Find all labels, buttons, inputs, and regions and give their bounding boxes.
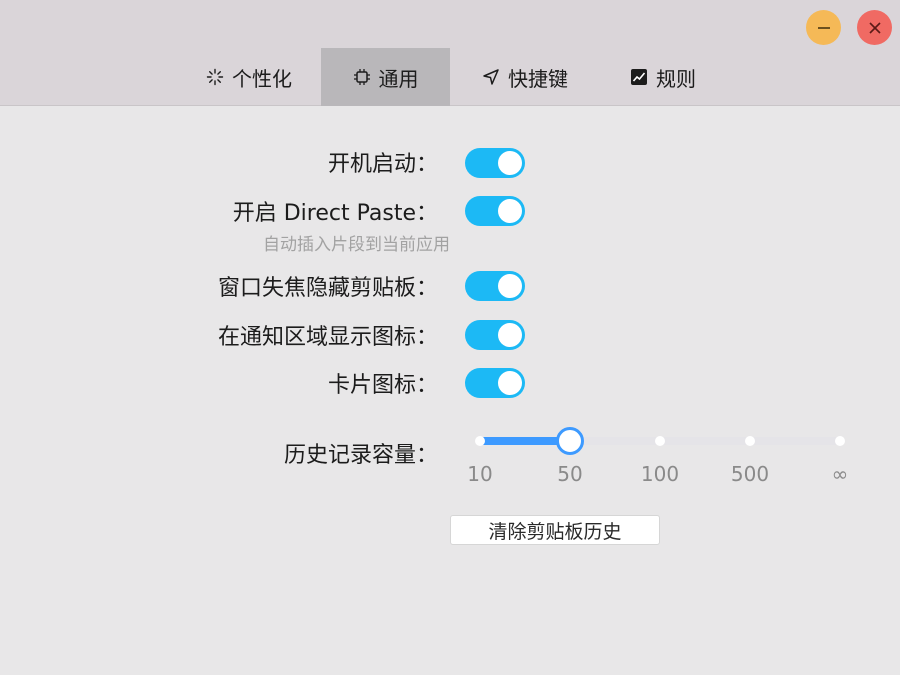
chip-icon: [353, 68, 371, 86]
tab-rules[interactable]: 规则: [613, 48, 713, 106]
minimize-icon: [817, 26, 830, 29]
close-button[interactable]: [857, 10, 892, 45]
slider-mark-label[interactable]: 500: [710, 462, 790, 486]
toggle-knob: [498, 151, 522, 175]
slider-stop-dot: [655, 436, 665, 446]
autostart-label: 开机启动：: [327, 152, 438, 177]
toggle-knob: [498, 323, 522, 347]
history-capacity-slider[interactable]: [475, 427, 845, 455]
minimize-button[interactable]: [806, 10, 841, 45]
tab-label: 快捷键: [508, 66, 568, 91]
tab-personalization[interactable]: 个性化: [190, 48, 308, 106]
history-capacity-label: 历史记录容量：: [283, 443, 438, 468]
card-icon-toggle[interactable]: [465, 368, 525, 398]
direct-paste-description: 自动插入片段到当前应用: [263, 235, 450, 255]
slider-mark-label[interactable]: 50: [530, 462, 610, 486]
tab-label: 规则: [656, 66, 696, 91]
tab-bar: 个性化 通用 快捷键 规则: [0, 48, 900, 106]
slider-mark-label[interactable]: 10: [440, 462, 520, 486]
tab-general[interactable]: 通用: [321, 48, 450, 106]
slider-stop-dot: [475, 436, 485, 446]
hide-on-blur-toggle[interactable]: [465, 271, 525, 301]
toggle-knob: [498, 199, 522, 223]
direct-paste-toggle[interactable]: [465, 196, 525, 226]
toggle-knob: [498, 371, 522, 395]
clear-history-button[interactable]: 清除剪贴板历史: [450, 515, 660, 545]
card-icon-label: 卡片图标：: [327, 373, 438, 398]
hide-on-blur-label: 窗口失焦隐藏剪贴板：: [217, 276, 438, 301]
slider-stop-dot: [835, 436, 845, 446]
close-icon: [868, 21, 881, 34]
slider-mark-label[interactable]: ∞: [800, 462, 880, 486]
autostart-toggle[interactable]: [465, 148, 525, 178]
navigation-arrow-icon: [482, 68, 500, 86]
title-bar: 个性化 通用 快捷键 规则: [0, 0, 900, 106]
tray-icon-label: 在通知区域显示图标：: [217, 325, 438, 350]
tab-shortcuts[interactable]: 快捷键: [465, 48, 585, 106]
slider-stop-dot: [745, 436, 755, 446]
direct-paste-label: 开启 Direct Paste：: [232, 201, 438, 226]
sparkle-icon: [206, 68, 224, 86]
slider-mark-label[interactable]: 100: [620, 462, 700, 486]
tab-label: 通用: [378, 66, 419, 91]
chart-icon: [630, 68, 648, 86]
tray-icon-toggle[interactable]: [465, 320, 525, 350]
slider-handle[interactable]: [556, 427, 584, 455]
toggle-knob: [498, 274, 522, 298]
tab-label: 个性化: [232, 66, 292, 91]
